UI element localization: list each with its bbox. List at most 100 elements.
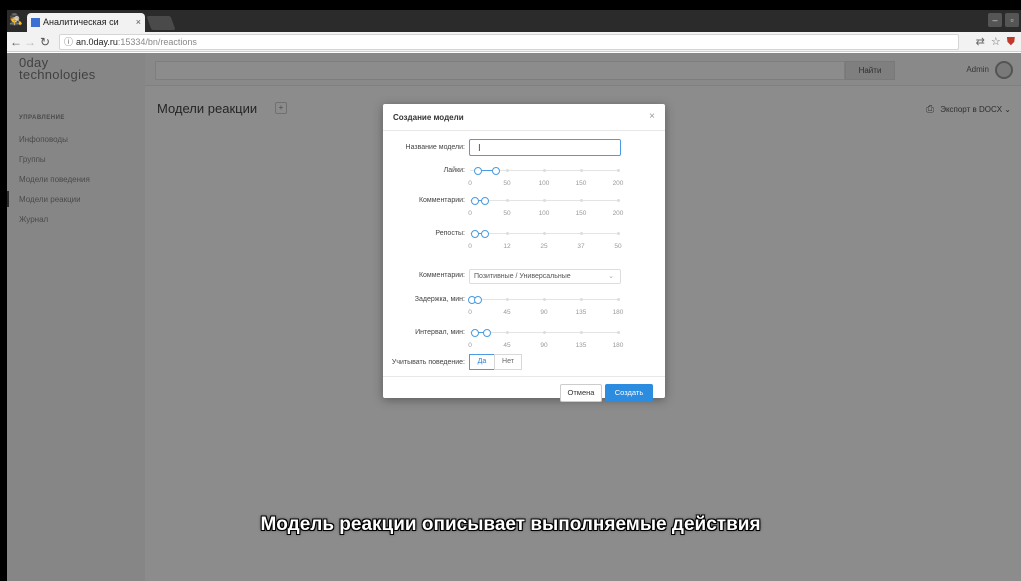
slider-step-dot <box>505 232 509 235</box>
close-icon[interactable]: × <box>649 111 655 122</box>
tick-label: 100 <box>538 180 550 187</box>
slider-min-handle[interactable] <box>470 329 479 337</box>
screen: 🕵 Аналитическая си × – ▫ ← → ↻ ⓘ an.0day… <box>7 10 1021 581</box>
browser-tabbar: 🕵 Аналитическая си × – ▫ <box>7 10 1021 32</box>
slider-step-dot <box>542 298 546 301</box>
slider-step-dot <box>579 199 583 202</box>
text-cursor-icon: I <box>478 143 481 154</box>
cancel-button[interactable]: Отмена <box>560 384 602 402</box>
slider-step-dot <box>616 298 620 301</box>
incognito-icon: 🕵 <box>9 14 23 26</box>
reload-icon[interactable]: ↻ <box>38 34 52 50</box>
tick-label: 12 <box>503 243 511 250</box>
likes-ticks: 0 50 100 150 200 <box>467 180 627 190</box>
tick-label: 50 <box>614 243 622 250</box>
tick-label: 150 <box>575 210 587 217</box>
slider-step-dot <box>616 331 620 334</box>
slider-step-dot <box>542 199 546 202</box>
behavior-yes-toggle[interactable]: Да <box>469 354 495 370</box>
create-model-dialog: Создание модели × Название модели: I Лай… <box>383 104 665 402</box>
tick-label: 45 <box>503 342 511 349</box>
slider-min-handle[interactable] <box>470 197 479 205</box>
slider-max-handle[interactable] <box>473 296 482 304</box>
slider-max-handle[interactable] <box>482 329 491 337</box>
comments-type-label: Комментарии: <box>418 272 465 279</box>
video-subtitle: Модель реакции описывает выполняемые дей… <box>260 514 761 535</box>
reposts-slider[interactable] <box>470 230 620 238</box>
favicon-icon <box>31 18 40 27</box>
slider-step-dot <box>542 169 546 172</box>
slider-step-dot <box>505 298 509 301</box>
slider-step-dot <box>505 199 509 202</box>
create-button[interactable]: Создать <box>605 384 653 402</box>
delay-ticks: 0 45 90 135 180 <box>467 309 627 319</box>
slider-step-dot <box>579 169 583 172</box>
divider <box>383 130 665 131</box>
tick-label: 200 <box>612 210 624 217</box>
tick-label: 0 <box>468 180 472 187</box>
tick-label: 37 <box>577 243 585 250</box>
tick-label: 45 <box>503 309 511 316</box>
slider-step-dot <box>616 232 620 235</box>
toolbar-icons: ⇄ ☆ ⛊ <box>976 34 1015 50</box>
translate-icon[interactable]: ⇄ <box>976 34 985 50</box>
back-icon[interactable]: ← <box>9 34 23 50</box>
slider-max-handle[interactable] <box>481 230 490 238</box>
slider-step-dot <box>616 199 620 202</box>
browser-tab[interactable]: Аналитическая си × <box>27 13 145 32</box>
comments-slider[interactable] <box>470 197 620 205</box>
reposts-ticks: 0 12 25 37 50 <box>467 243 627 253</box>
interval-ticks: 0 45 90 135 180 <box>467 342 627 352</box>
url-host: an.0day.ru <box>76 37 118 47</box>
slider-min-handle[interactable] <box>473 167 482 175</box>
slider-max-handle[interactable] <box>491 167 500 175</box>
tick-label: 200 <box>612 180 624 187</box>
delay-label: Задержка, мин: <box>414 296 465 303</box>
model-name-input[interactable]: I <box>469 139 621 156</box>
slider-step-dot <box>579 298 583 301</box>
tick-label: 0 <box>468 309 472 316</box>
slider-step-dot <box>505 169 509 172</box>
tick-label: 50 <box>503 180 511 187</box>
tick-label: 0 <box>468 342 472 349</box>
model-name-label: Название модели: <box>405 144 465 151</box>
chevron-down-icon: ⌄ <box>608 273 614 280</box>
interval-slider[interactable] <box>470 329 620 337</box>
forward-icon[interactable]: → <box>23 34 37 50</box>
bookmark-star-icon[interactable]: ☆ <box>991 34 1001 50</box>
slider-step-dot <box>542 331 546 334</box>
restore-icon[interactable]: ▫ <box>1005 13 1019 27</box>
likes-label: Лайки: <box>443 167 465 174</box>
interval-label: Интервал, мин: <box>415 329 465 336</box>
tab-close-icon[interactable]: × <box>136 13 141 32</box>
address-bar[interactable]: ⓘ an.0day.ru:15334/bn/reactions <box>59 34 959 50</box>
tick-label: 90 <box>540 309 548 316</box>
divider <box>383 376 665 377</box>
tick-label: 135 <box>575 342 587 349</box>
behavior-label: Учитывать поведение: <box>391 359 465 366</box>
tick-label: 180 <box>612 342 624 349</box>
tick-label: 100 <box>538 210 550 217</box>
tick-label: 135 <box>575 309 587 316</box>
tab-title: Аналитическая си <box>43 17 119 27</box>
comments-type-select[interactable]: Позитивные / Универсальные ⌄ <box>469 269 621 284</box>
dialog-title: Создание модели <box>393 113 464 122</box>
tick-label: 0 <box>468 210 472 217</box>
comments-count-label: Комментарии: <box>418 197 465 204</box>
behavior-no-toggle[interactable]: Нет <box>494 354 522 370</box>
browser-toolbar: ← → ↻ ⓘ an.0day.ru:15334/bn/reactions ⇄ … <box>7 32 1021 52</box>
slider-step-dot <box>579 232 583 235</box>
slider-min-handle[interactable] <box>470 230 479 238</box>
delay-slider[interactable] <box>468 296 620 304</box>
new-tab-button[interactable] <box>146 16 176 30</box>
slider-step-dot <box>616 169 620 172</box>
slider-max-handle[interactable] <box>481 197 490 205</box>
likes-slider[interactable] <box>470 167 620 175</box>
tick-label: 50 <box>503 210 511 217</box>
info-icon: ⓘ <box>64 37 74 47</box>
slider-step-dot <box>505 331 509 334</box>
extension-shield-icon[interactable]: ⛊ <box>1007 34 1015 50</box>
minimize-icon[interactable]: – <box>988 13 1002 27</box>
reposts-label: Репосты: <box>435 230 465 237</box>
tick-label: 90 <box>540 342 548 349</box>
